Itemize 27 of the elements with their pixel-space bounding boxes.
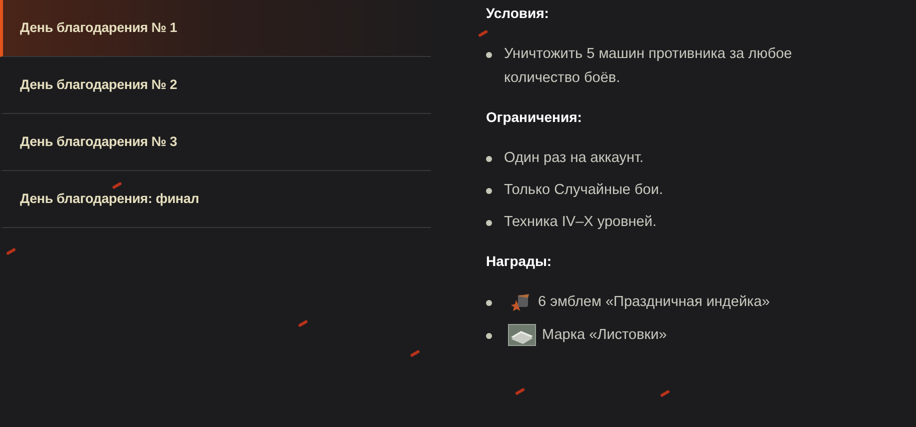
menu-item[interactable]: День благодарения № 1 xyxy=(0,0,431,57)
ember-icon xyxy=(298,320,308,328)
list-text: Марка «Листовки» xyxy=(542,326,667,345)
menu-item[interactable]: День благодарения № 3 xyxy=(0,114,431,171)
ember-icon xyxy=(6,248,16,256)
bullet-icon xyxy=(486,333,492,339)
ember-icon xyxy=(112,182,122,190)
list-text: 6 эмблем «Праздничная индейка» xyxy=(538,293,770,312)
section-heading: Награды: xyxy=(486,252,553,270)
ember-icon xyxy=(514,388,526,396)
bullet-icon xyxy=(486,188,492,194)
ember-icon xyxy=(410,350,420,358)
ember-icon xyxy=(478,30,488,38)
section-heading: Условия: xyxy=(486,4,550,22)
list-text: Только Случайные бои. xyxy=(504,181,664,200)
list-text: Один раз на аккаунт. xyxy=(504,149,644,168)
bullet-icon xyxy=(486,220,492,226)
menu-item[interactable]: День благодарения № 2 xyxy=(0,57,431,114)
ember-icon xyxy=(660,390,670,398)
menu-item[interactable]: День благодарения: финал xyxy=(0,171,431,228)
stamp-icon xyxy=(508,324,536,346)
section-heading: Ограничения: xyxy=(486,108,583,126)
bullet-icon xyxy=(486,52,492,58)
list-text: Уничтожить 5 машин противника за любое количество боёв. xyxy=(504,45,793,88)
list-text: Техника IV–X уровней. xyxy=(504,213,656,232)
bullet-icon xyxy=(486,156,492,162)
bullet-icon xyxy=(486,300,492,306)
